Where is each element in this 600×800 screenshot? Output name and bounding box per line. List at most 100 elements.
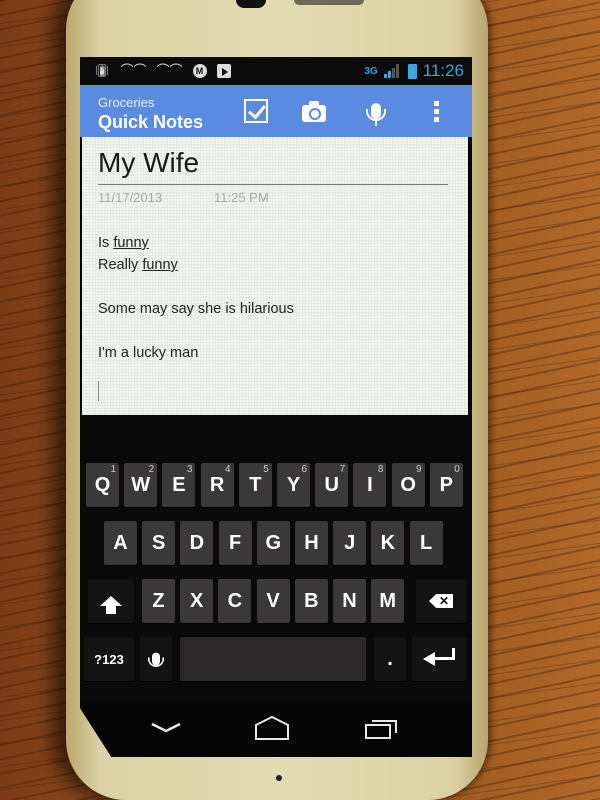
note-line-empty xyxy=(98,320,448,342)
key-y[interactable]: Y6 xyxy=(277,463,310,507)
battery-icon xyxy=(407,63,417,79)
note-editor[interactable]: My Wife 11/17/2013 11:25 PM Is funny Rea… xyxy=(82,137,468,415)
key-h[interactable]: H xyxy=(295,521,328,565)
signal-icon xyxy=(383,64,402,78)
key-j[interactable]: J xyxy=(333,521,367,565)
shift-key[interactable] xyxy=(88,579,134,623)
home-icon[interactable] xyxy=(252,715,292,741)
line-text: Is xyxy=(98,235,114,251)
note-line: Some may say she is hilarious xyxy=(98,298,448,320)
key-f[interactable]: F xyxy=(218,521,252,565)
key-t[interactable]: T5 xyxy=(238,463,272,507)
key-l[interactable]: L xyxy=(409,521,443,565)
key-hint: 5 xyxy=(263,464,269,475)
voicemail-icon: ⌒⌒ xyxy=(120,63,147,78)
key-w[interactable]: W2 xyxy=(124,463,158,507)
space-key[interactable] xyxy=(180,637,366,681)
key-n[interactable]: N xyxy=(333,579,366,623)
key-label: U xyxy=(324,473,339,496)
back-icon[interactable] xyxy=(146,715,186,741)
key-label: E xyxy=(172,473,186,496)
earpiece xyxy=(294,0,364,5)
vibrate-icon: 📳︎ xyxy=(94,63,111,78)
key-c[interactable]: C xyxy=(218,579,252,623)
status-bar: 📳︎ ⌒⌒ ⌒⌒ M 3G 11:26 xyxy=(80,57,472,85)
key-z[interactable]: Z xyxy=(142,579,175,623)
key-d[interactable]: D xyxy=(180,521,214,565)
key-label: Q xyxy=(94,473,111,496)
camera-icon xyxy=(302,100,326,122)
spellcheck-word[interactable]: funny xyxy=(142,257,177,273)
backspace-icon: ✕ xyxy=(429,594,453,608)
key-label: W xyxy=(131,473,151,496)
spellcheck-word[interactable]: funny xyxy=(113,235,148,251)
key-u[interactable]: U7 xyxy=(315,463,349,507)
shift-icon xyxy=(100,596,122,614)
key-k[interactable]: K xyxy=(371,521,405,565)
motorola-icon: M xyxy=(192,64,207,78)
checkbox-icon xyxy=(244,99,268,123)
voice-note-button[interactable] xyxy=(360,95,392,127)
key-hint: 2 xyxy=(148,464,155,475)
key-label: R xyxy=(209,473,225,496)
clock: 11:26 xyxy=(422,61,464,80)
key-b[interactable]: B xyxy=(294,579,328,623)
key-label: I xyxy=(367,473,373,496)
recent-apps-icon[interactable] xyxy=(362,715,402,741)
camera-button[interactable] xyxy=(298,95,330,127)
enter-key[interactable] xyxy=(412,637,466,681)
note-date: 11/17/2013 xyxy=(98,190,163,205)
checklist-button[interactable] xyxy=(240,95,272,127)
key-s[interactable]: S xyxy=(142,521,176,565)
key-label: T xyxy=(249,473,262,496)
phone-screen: 📳︎ ⌒⌒ ⌒⌒ M 3G 11:26 Groceries Quick Note… xyxy=(80,57,472,757)
key-hint: 0 xyxy=(454,464,460,475)
key-m[interactable]: M xyxy=(371,579,405,623)
text-cursor xyxy=(98,381,99,401)
note-body[interactable]: Is funny Really funny Some may say she i… xyxy=(98,232,448,364)
key-r[interactable]: R4 xyxy=(200,463,234,507)
note-title[interactable]: My Wife xyxy=(98,147,199,179)
key-hint: 9 xyxy=(416,464,422,475)
enter-icon xyxy=(423,648,455,666)
key-a[interactable]: A xyxy=(104,521,137,565)
front-camera xyxy=(236,0,266,8)
action-bar: Groceries Quick Notes xyxy=(80,85,472,137)
notebook-name[interactable]: Groceries xyxy=(98,95,154,110)
key-hint: 8 xyxy=(377,464,384,475)
microphone-icon xyxy=(366,103,386,121)
key-g[interactable]: G xyxy=(256,521,290,565)
note-line: Really funny xyxy=(98,254,448,276)
key-label: Y xyxy=(286,473,301,496)
key-x[interactable]: X xyxy=(180,579,214,623)
play-store-icon xyxy=(216,64,231,78)
microphone-hole xyxy=(276,775,282,781)
app-title[interactable]: Quick Notes xyxy=(98,112,203,133)
backspace-key[interactable]: ✕ xyxy=(416,579,466,623)
note-line: Is funny xyxy=(98,232,448,254)
soft-keyboard: Q1W2E3R4T5Y6U7I8O9P0 ASDFGHJKL ZXCVBNM ✕… xyxy=(80,415,472,703)
microphone-icon xyxy=(148,652,164,668)
key-e[interactable]: E3 xyxy=(162,463,196,507)
note-time: 11:25 PM xyxy=(214,190,269,205)
note-line-empty xyxy=(98,276,448,298)
key-v[interactable]: V xyxy=(256,579,290,623)
key-o[interactable]: O9 xyxy=(391,463,425,507)
key-p[interactable]: P0 xyxy=(429,463,463,507)
key-label: O xyxy=(400,473,416,496)
overflow-menu-button[interactable] xyxy=(420,95,452,127)
line-text: Some may say she is hilarious xyxy=(98,301,294,317)
navigation-bar xyxy=(80,703,472,757)
key-i[interactable]: I8 xyxy=(353,463,387,507)
voice-input-key[interactable] xyxy=(140,637,172,681)
key-hint: 4 xyxy=(225,464,231,475)
title-divider xyxy=(98,184,448,185)
key-q[interactable]: Q1 xyxy=(86,463,119,507)
symbols-key[interactable]: ?123 xyxy=(84,637,134,681)
key-hint: 7 xyxy=(339,464,346,475)
key-label: P xyxy=(439,473,453,496)
network-type: 3G xyxy=(364,65,378,77)
voicemail-icon: ⌒⌒ xyxy=(156,63,183,78)
key-hint: 6 xyxy=(301,464,307,475)
period-key[interactable]: . xyxy=(374,637,406,681)
